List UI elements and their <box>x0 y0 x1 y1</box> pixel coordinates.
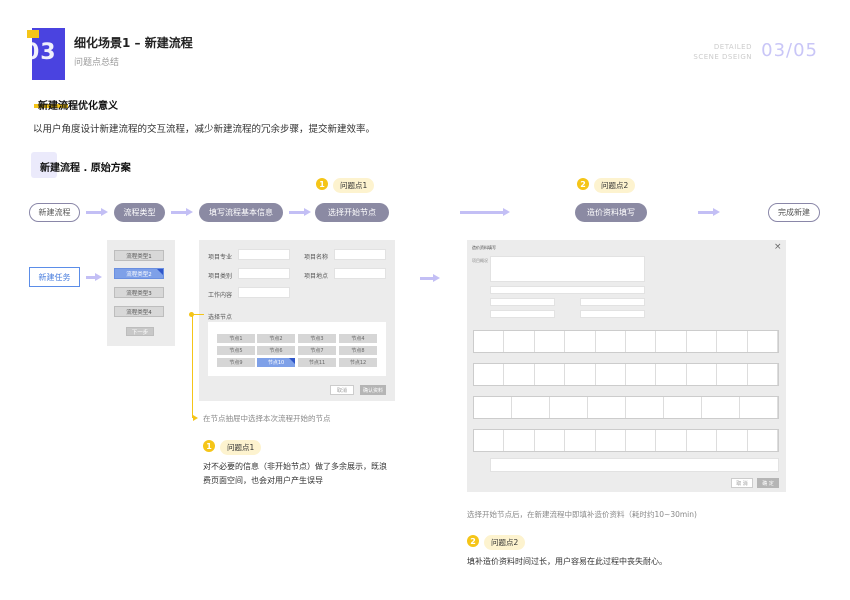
confirm-button[interactable]: 确认资料 <box>360 385 386 395</box>
node-5[interactable]: 节点5 <box>217 346 255 355</box>
problem2-detail-badge: 2 <box>467 535 479 547</box>
cost-textarea[interactable] <box>490 256 645 282</box>
cost-input-2[interactable] <box>490 298 555 306</box>
cost-input-5[interactable] <box>580 310 645 318</box>
cost-table-1 <box>473 330 779 353</box>
top-right-line1: DETAILED <box>713 43 752 51</box>
flow-type-1[interactable]: 流程类型1 <box>114 250 164 261</box>
flow-arrow-4 <box>460 208 510 216</box>
input-location[interactable] <box>334 268 386 279</box>
selected-corner-icon <box>157 269 163 275</box>
problem1-detail-tag: 问题点1 <box>220 440 262 455</box>
input-type[interactable] <box>238 268 290 279</box>
next-button[interactable]: 下一步 <box>126 327 154 336</box>
label-location: 项目地点 <box>304 273 329 280</box>
input-content[interactable] <box>238 287 290 298</box>
flow-type-3[interactable]: 流程类型3 <box>114 287 164 298</box>
label-select-node: 选择节点 <box>208 314 233 321</box>
cost-input-3[interactable] <box>580 298 645 306</box>
problem2-detail-tag: 问题点2 <box>484 535 526 550</box>
close-icon[interactable]: × <box>774 242 782 252</box>
problem1-desc: 对不必要的信息（非开始节点）做了多余展示，既浪 费页面空间，也会对用户产生误导 <box>203 460 387 488</box>
input-major[interactable] <box>238 249 290 260</box>
panel-arrow <box>420 274 440 282</box>
flow-step-new: 新建流程 <box>29 203 80 222</box>
cost-table-2 <box>473 363 779 386</box>
node-3[interactable]: 节点3 <box>298 334 336 343</box>
problem2-badge: 2 <box>577 178 589 190</box>
label-name: 项目名称 <box>304 254 329 261</box>
page-indicator: 03/05 <box>761 40 818 61</box>
node-10-label: 节点10 <box>267 360 285 366</box>
callout1-line <box>192 314 193 418</box>
flow-step-info: 填写流程基本信息 <box>199 203 283 222</box>
flow-step-cost: 造价资料填写 <box>575 203 647 222</box>
flow-step-select-node: 选择开始节点 <box>315 203 389 222</box>
node-1[interactable]: 节点1 <box>217 334 255 343</box>
problem1-detail-badge: 1 <box>203 440 215 452</box>
section1-title: 新建流程优化意义 <box>38 101 118 112</box>
section2-title: 新建流程 . 原始方案 <box>40 163 131 174</box>
cost-dialog-title: 造价资料填写 <box>472 245 496 250</box>
label-major: 项目专业 <box>208 254 233 261</box>
section-number: 03 <box>24 40 57 65</box>
top-right-line2: SCENE DSEIGN <box>693 53 752 61</box>
flow-arrow-3 <box>289 208 311 216</box>
cost-table-3 <box>473 396 779 419</box>
cost-confirm-button[interactable]: 确 定 <box>757 478 779 488</box>
node-7[interactable]: 节点7 <box>298 346 336 355</box>
page-title: 细化场景1 – 新建流程 <box>74 36 193 50</box>
problem1-desc-line1: 对不必要的信息（非开始节点）做了多余展示，既浪 <box>203 462 387 471</box>
section-number-accent <box>27 30 39 38</box>
node-8[interactable]: 节点8 <box>339 346 377 355</box>
problem2-tag: 问题点2 <box>594 178 636 193</box>
flow-arrow-1 <box>86 208 108 216</box>
node-selected-corner-icon <box>289 358 295 364</box>
cost-left-label: 项目概况 <box>472 258 488 263</box>
new-task-button[interactable]: 新建任务 <box>29 267 80 287</box>
cost-cancel-button[interactable]: 取 消 <box>731 478 753 488</box>
page-subtitle: 问题点总结 <box>74 58 120 68</box>
flow-type-4[interactable]: 流程类型4 <box>114 306 164 317</box>
flow-step-done: 完成新建 <box>768 203 820 222</box>
label-content: 工作内容 <box>208 292 233 299</box>
label-type: 项目类别 <box>208 273 233 280</box>
callout2-text: 选择开始节点后，在新建流程中即填补造价资料（耗时约10~30min) <box>467 510 697 519</box>
flow-arrow-5 <box>698 208 720 216</box>
flow-arrow-2 <box>171 208 193 216</box>
callout1-arrowhead <box>193 415 198 421</box>
problem1-badge: 1 <box>316 178 328 190</box>
top-right-label: DETAILED SCENE DSEIGN <box>693 42 752 62</box>
node-10[interactable]: 节点10 <box>257 358 295 367</box>
problem2-desc: 填补造价资料时间过长，用户容易在此过程中丧失耐心。 <box>467 557 667 566</box>
task-arrow <box>86 273 102 281</box>
node-12[interactable]: 节点12 <box>339 358 377 367</box>
cost-input-1[interactable] <box>490 286 645 294</box>
callout1-text: 在节点抽屉中选择本次流程开始的节点 <box>203 414 331 423</box>
flow-type-2-label: 流程类型2 <box>126 271 152 278</box>
section1-desc: 以用户角度设计新建流程的交互流程，减少新建流程的冗余步骤，提交新建效率。 <box>33 124 376 135</box>
node-9[interactable]: 节点9 <box>217 358 255 367</box>
flow-step-type: 流程类型 <box>114 203 165 222</box>
flow-type-2[interactable]: 流程类型2 <box>114 268 164 279</box>
cost-remark-input[interactable] <box>490 458 779 472</box>
input-name[interactable] <box>334 249 386 260</box>
node-6[interactable]: 节点6 <box>257 346 295 355</box>
cancel-button[interactable]: 取消 <box>330 385 354 395</box>
problem1-tag: 问题点1 <box>333 178 375 193</box>
node-2[interactable]: 节点2 <box>257 334 295 343</box>
cost-table-4 <box>473 429 779 452</box>
problem1-desc-line2: 费页面空间，也会对用户产生误导 <box>203 476 323 485</box>
node-11[interactable]: 节点11 <box>298 358 336 367</box>
callout1-dot <box>189 312 194 317</box>
cost-input-4[interactable] <box>490 310 555 318</box>
node-4[interactable]: 节点4 <box>339 334 377 343</box>
